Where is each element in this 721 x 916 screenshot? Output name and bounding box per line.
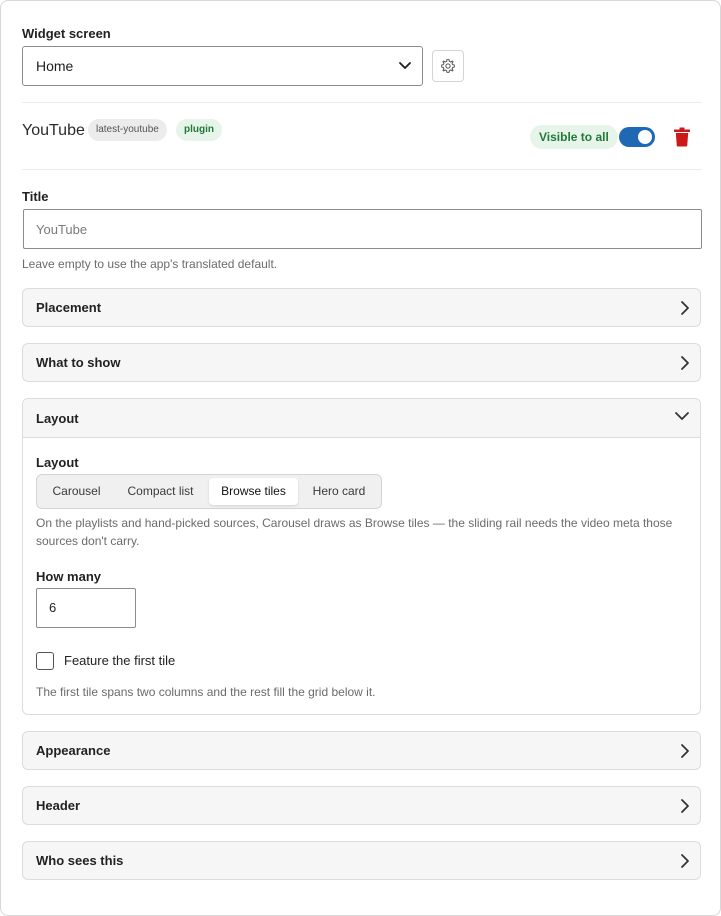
divider — [22, 102, 701, 103]
title-help-text: Leave empty to use the app's translated … — [22, 257, 278, 271]
chevron-right-icon — [681, 744, 689, 758]
slug-badge: latest-youtube — [88, 119, 167, 141]
layout-option-carousel[interactable]: Carousel — [40, 478, 113, 505]
layout-help-text-line-2: sources don't carry. — [36, 534, 140, 548]
layout-option-hero-card[interactable]: Hero card — [301, 478, 377, 505]
visibility-badge: Visible to all — [530, 125, 618, 149]
delete-widget-button[interactable] — [673, 127, 691, 152]
chevron-down-icon — [675, 412, 689, 420]
chevron-right-icon — [681, 799, 689, 813]
feature-first-checkbox[interactable] — [36, 652, 54, 670]
how-many-input[interactable]: 6 — [36, 588, 136, 628]
widget-name: YouTube — [22, 122, 85, 139]
chevron-right-icon — [681, 356, 689, 370]
screen-settings-button[interactable] — [432, 50, 464, 82]
placement-panel[interactable]: Placement — [22, 288, 701, 327]
widget-screen-value: Home — [36, 58, 74, 74]
layout-option-browse-tiles[interactable]: Browse tiles — [209, 478, 298, 505]
plugin-badge: plugin — [176, 119, 222, 141]
appearance-panel[interactable]: Appearance — [22, 731, 701, 770]
appearance-panel-title: Appearance — [36, 743, 111, 758]
what-to-show-panel-title: What to show — [36, 355, 121, 370]
feature-first-label[interactable]: Feature the first tile — [64, 653, 175, 668]
trash-icon — [674, 127, 690, 147]
how-many-label: How many — [36, 569, 102, 584]
widget-enabled-toggle[interactable] — [619, 127, 655, 147]
chevron-right-icon — [681, 301, 689, 315]
title-label: Title — [22, 189, 49, 204]
who-sees-this-panel[interactable]: Who sees this — [22, 841, 701, 880]
widget-editor-panel: Widget screen Home YouTube latest-youtub… — [0, 0, 721, 916]
chevron-right-icon — [681, 854, 689, 868]
toggle-knob — [638, 130, 652, 144]
gear-icon — [441, 59, 455, 73]
feature-help-text: The first tile spans two columns and the… — [36, 685, 376, 699]
widget-screen-select[interactable]: Home — [22, 46, 423, 86]
layout-segmented-control: Carousel Compact list Browse tiles Hero … — [36, 474, 382, 509]
layout-panel: Layout Layout Carousel Compact list Brow… — [22, 398, 701, 715]
widget-screen-label: Widget screen — [22, 26, 111, 41]
title-input[interactable] — [23, 209, 702, 249]
what-to-show-panel[interactable]: What to show — [22, 343, 701, 382]
header-panel[interactable]: Header — [22, 786, 701, 825]
layout-option-compact-list[interactable]: Compact list — [115, 478, 206, 505]
who-sees-this-panel-title: Who sees this — [36, 853, 124, 868]
layout-panel-header[interactable]: Layout — [23, 399, 700, 438]
layout-label: Layout — [36, 455, 79, 470]
chevron-down-icon — [399, 62, 411, 69]
divider — [22, 169, 701, 170]
header-panel-title: Header — [36, 798, 81, 813]
layout-panel-title: Layout — [36, 411, 79, 426]
placement-panel-title: Placement — [36, 300, 102, 315]
layout-help-text-line-1: On the playlists and hand-picked sources… — [36, 516, 673, 530]
